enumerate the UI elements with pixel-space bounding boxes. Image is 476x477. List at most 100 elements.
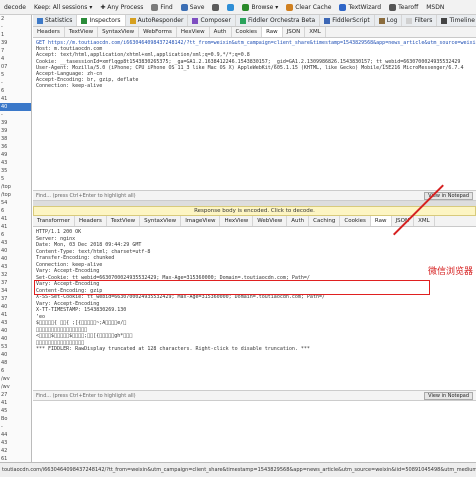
toolbar-item-4[interactable]: Save: [177, 3, 209, 11]
session-row[interactable]: 43: [0, 239, 31, 247]
session-row[interactable]: 07: [0, 63, 31, 71]
response-tab[interactable]: XML: [414, 216, 435, 226]
tab-orchestra[interactable]: Fiddler Orchestra Beta: [236, 15, 321, 26]
tab-statistics[interactable]: Statistics: [33, 15, 78, 26]
session-row[interactable]: 45: [0, 407, 31, 415]
session-row[interactable]: /wv: [0, 375, 31, 383]
decode-notice-bar[interactable]: Response body is encoded. Click to decod…: [33, 206, 476, 216]
tab-autoresponder[interactable]: AutoResponder: [126, 15, 189, 26]
session-row[interactable]: 35: [0, 167, 31, 175]
session-row[interactable]: 41: [0, 399, 31, 407]
session-row[interactable]: 42: [0, 447, 31, 455]
session-row[interactable]: 40: [0, 327, 31, 335]
response-tab[interactable]: HexView: [220, 216, 254, 226]
session-row[interactable]: 43: [0, 263, 31, 271]
request-tab[interactable]: TextView: [65, 27, 99, 37]
response-tab[interactable]: Raw: [370, 216, 392, 226]
session-row[interactable]: 48: [0, 359, 31, 367]
tab-composer[interactable]: Composer: [188, 15, 236, 26]
session-row[interactable]: 2: [0, 15, 31, 23]
view-in-notepad-button-2[interactable]: View in Notepad: [424, 391, 473, 400]
session-row[interactable]: 41: [0, 311, 31, 319]
session-row[interactable]: -: [0, 423, 31, 431]
session-row[interactable]: 44: [0, 431, 31, 439]
session-row[interactable]: 5: [0, 71, 31, 79]
response-tab[interactable]: Auth: [287, 216, 310, 226]
session-row[interactable]: /top: [0, 191, 31, 199]
session-row[interactable]: 4: [0, 55, 31, 63]
request-raw-view[interactable]: GET https://m.toutiaocdn.com/i6630464098…: [33, 38, 476, 134]
session-row[interactable]: 41: [0, 215, 31, 223]
session-row[interactable]: 39: [0, 127, 31, 135]
session-row[interactable]: 32: [0, 271, 31, 279]
session-row[interactable]: 39: [0, 119, 31, 127]
request-tab[interactable]: XML: [305, 27, 326, 37]
session-row[interactable]: 6: [0, 207, 31, 215]
request-tab[interactable]: Headers: [33, 27, 65, 37]
session-row[interactable]: 40: [0, 303, 31, 311]
session-row[interactable]: 6: [0, 231, 31, 239]
toolbar-item-8[interactable]: Clear Cache: [282, 3, 335, 11]
toolbar-item-5[interactable]: [208, 3, 223, 11]
response-tab[interactable]: Headers: [75, 216, 107, 226]
response-tab[interactable]: TextView: [107, 216, 141, 226]
session-row[interactable]: 37: [0, 279, 31, 287]
session-row[interactable]: 5: [0, 175, 31, 183]
session-row[interactable]: 43: [0, 159, 31, 167]
session-row[interactable]: /top: [0, 183, 31, 191]
session-row[interactable]: -: [0, 79, 31, 87]
session-row[interactable]: Bo: [0, 415, 31, 423]
session-row[interactable]: 53: [0, 343, 31, 351]
session-row[interactable]: 40: [0, 247, 31, 255]
toolbar-item-9[interactable]: TextWizard: [335, 3, 385, 11]
response-tab[interactable]: Caching: [309, 216, 341, 226]
session-row[interactable]: 27: [0, 391, 31, 399]
session-row[interactable]: 6: [0, 87, 31, 95]
toolbar-item-10[interactable]: Tearoff: [385, 3, 422, 11]
session-row[interactable]: 34: [0, 287, 31, 295]
session-row[interactable]: 40: [0, 335, 31, 343]
session-list[interactable]: 2-1 39 7 4 07 5-6 41 40-39 39 38 36 49 43 35 5/top/top…: [0, 15, 32, 462]
session-row[interactable]: 40: [0, 351, 31, 359]
session-row[interactable]: 6: [0, 367, 31, 375]
session-row[interactable]: 40: [0, 103, 31, 111]
session-row[interactable]: /wv: [0, 383, 31, 391]
toolbar-item-6[interactable]: [223, 3, 238, 11]
toolbar-item-0[interactable]: decode: [0, 4, 30, 11]
session-row[interactable]: 39: [0, 39, 31, 47]
request-tab[interactable]: Cookies: [232, 27, 263, 37]
session-row[interactable]: 61: [0, 455, 31, 462]
toolbar-item-11[interactable]: MSDN: [422, 4, 448, 11]
request-tab[interactable]: WebForms: [139, 27, 177, 37]
toolbar-item-1[interactable]: Keep: All sessions ▾: [30, 4, 96, 11]
session-row[interactable]: 40: [0, 255, 31, 263]
request-tab[interactable]: Raw: [262, 27, 283, 37]
tab-log[interactable]: Log: [375, 15, 403, 26]
response-find-input[interactable]: Find... (press Ctrl+Enter to highlight a…: [36, 393, 136, 399]
session-row[interactable]: -: [0, 23, 31, 31]
session-row[interactable]: 43: [0, 439, 31, 447]
tab-filters[interactable]: Filters: [402, 15, 438, 26]
response-tab[interactable]: Transformer: [33, 216, 76, 226]
response-tab[interactable]: SyntaxView: [140, 216, 182, 226]
request-find-input[interactable]: Find... (press Ctrl+Enter to highlight a…: [36, 193, 136, 199]
toolbar-item-2[interactable]: ✚ Any Process: [96, 4, 147, 11]
session-row[interactable]: 49: [0, 151, 31, 159]
toolbar-item-7[interactable]: Browse ▾: [238, 3, 282, 11]
request-tab[interactable]: HexView: [177, 27, 210, 37]
toolbar-item-3[interactable]: Find: [147, 3, 176, 11]
tab-inspectors[interactable]: Inspectors: [77, 15, 126, 26]
session-row[interactable]: 1: [0, 31, 31, 39]
tab-timeline[interactable]: Timeline: [437, 15, 476, 26]
session-row[interactable]: 41: [0, 223, 31, 231]
session-row[interactable]: 37: [0, 295, 31, 303]
session-row[interactable]: 7: [0, 47, 31, 55]
request-tab[interactable]: SyntaxView: [98, 27, 140, 37]
response-raw-view[interactable]: HTTP/1.1 200 OK Server: nginx Date: Mon, 0…: [33, 227, 476, 390]
response-tab[interactable]: WebView: [253, 216, 288, 226]
session-row[interactable]: -: [0, 111, 31, 119]
session-row[interactable]: 41: [0, 95, 31, 103]
session-row[interactable]: 36: [0, 143, 31, 151]
session-row[interactable]: 54: [0, 199, 31, 207]
tab-fiddlerscript[interactable]: FiddlerScript: [320, 15, 375, 26]
